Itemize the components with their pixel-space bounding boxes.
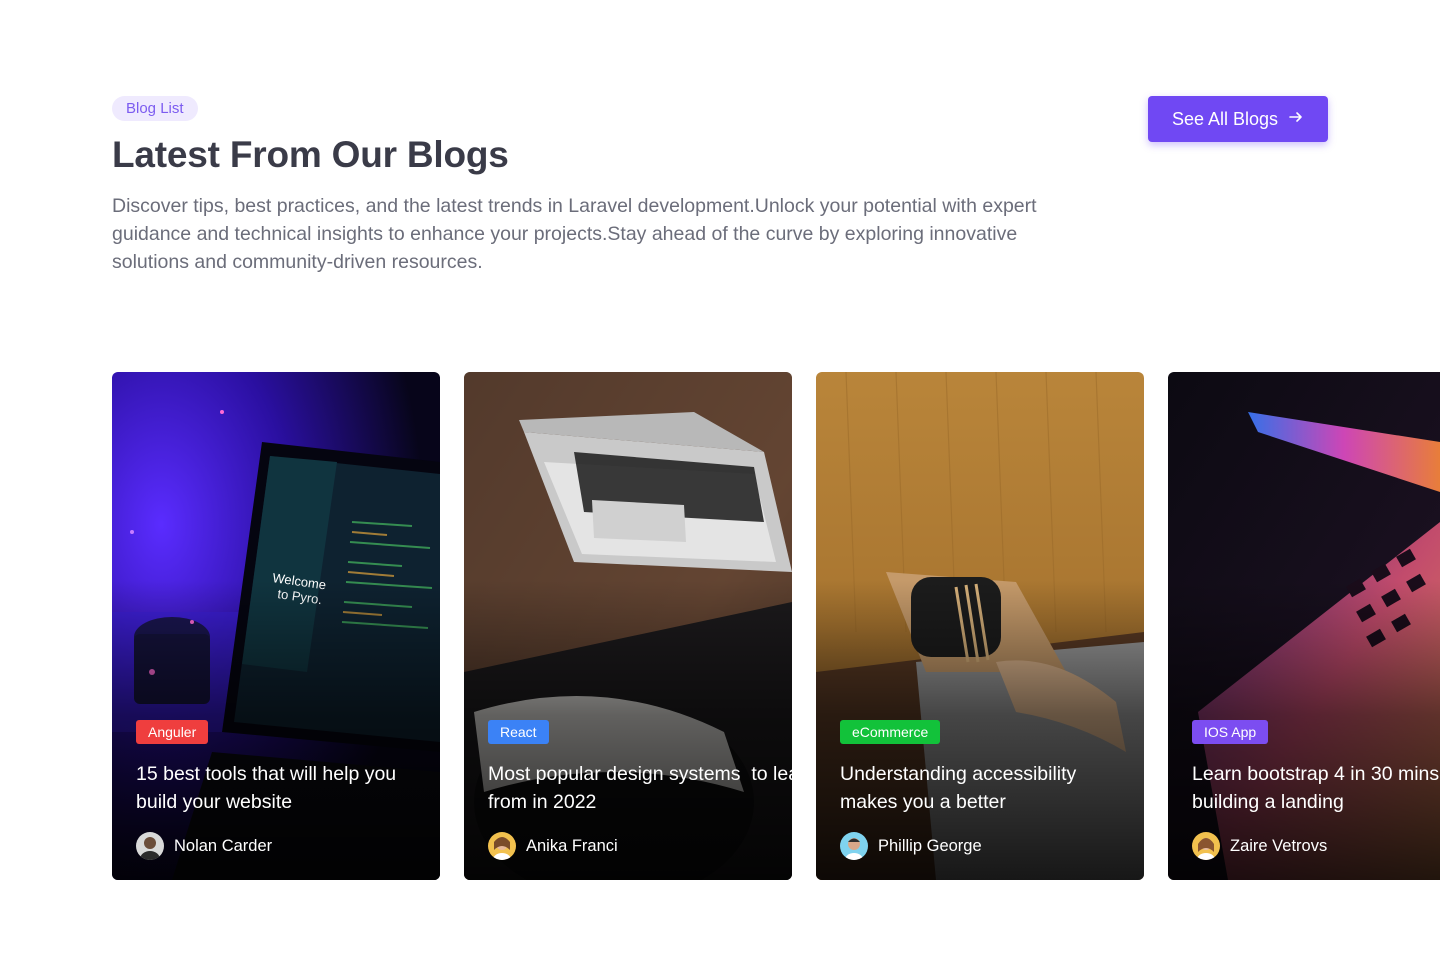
blog-card-author: Phillip George: [840, 832, 982, 860]
section-description: Discover tips, best practices, and the l…: [112, 195, 1037, 273]
arrow-right-icon: [1288, 109, 1304, 130]
blog-card[interactable]: eCommerce Understanding accessibility ma…: [816, 372, 1144, 880]
category-tag[interactable]: IOS App: [1192, 720, 1269, 744]
author-name: Phillip George: [878, 836, 982, 855]
blog-card-title[interactable]: Understanding accessibility makes you a …: [840, 760, 1130, 816]
category-tag[interactable]: eCommerce: [840, 720, 941, 744]
avatar: [1192, 832, 1220, 860]
see-all-blogs-button[interactable]: See All Blogs: [1148, 96, 1328, 142]
blog-card-title[interactable]: Learn bootstrap 4 in 30 mins by building…: [1192, 760, 1440, 816]
section-title: Latest From Our Blogs: [112, 134, 509, 175]
category-tag[interactable]: React: [488, 720, 549, 744]
author-name: Zaire Vetrovs: [1230, 836, 1328, 855]
avatar: [840, 832, 868, 860]
blog-card-title[interactable]: Most popular design systems to learn fro…: [488, 760, 792, 816]
blog-card[interactable]: IOS App Learn bootstrap 4 in 30 mins by …: [1168, 372, 1440, 880]
blog-card-author: Anika Franci: [488, 832, 618, 860]
blog-card[interactable]: React Most popular design systems to lea…: [464, 372, 792, 880]
blog-card-title[interactable]: 15 best tools that will help you build y…: [136, 760, 436, 816]
blog-section: Blog List Latest From Our Blogs Discover…: [0, 0, 1440, 976]
see-all-blogs-label: See All Blogs: [1171, 108, 1279, 129]
section-badge: Blog List: [112, 96, 198, 121]
blog-card-author: Nolan Carder: [136, 832, 272, 860]
category-tag[interactable]: Anguler: [136, 720, 209, 744]
avatar: [136, 832, 164, 860]
author-name: Nolan Carder: [174, 836, 273, 855]
blog-card[interactable]: Welcome to Pyro. Anguler 15 best tools t…: [112, 372, 440, 880]
avatar: [488, 832, 516, 860]
blog-card-author: Zaire Vetrovs: [1192, 832, 1327, 860]
author-name: Anika Franci: [526, 836, 618, 855]
